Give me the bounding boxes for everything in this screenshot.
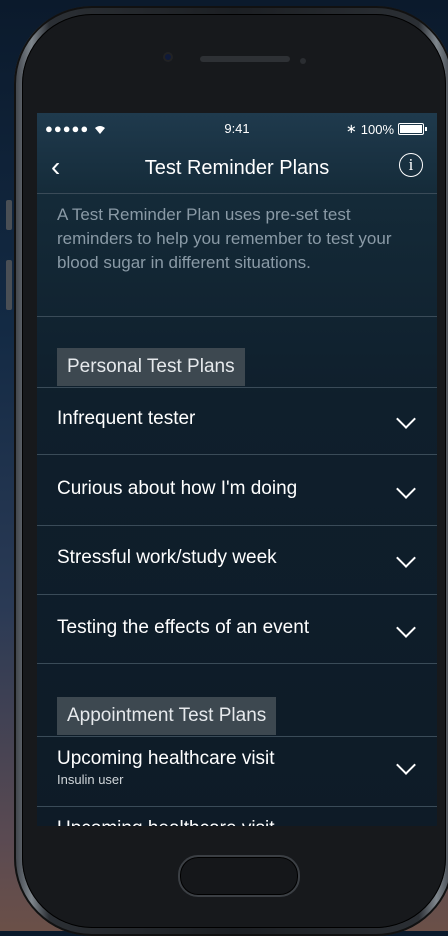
list-item-healthcare-visit-partial[interactable]: Upcoming healthcare visit: [57, 818, 275, 826]
battery-percent: 100%: [360, 121, 394, 137]
front-camera: [163, 52, 173, 62]
app-screen: ●●●●● 9:41 ∗ 100% ‹ Test Reminder Plans …: [37, 113, 437, 826]
nav-divider: [37, 193, 437, 194]
list-item-event-effects[interactable]: Testing the effects of an event: [37, 597, 437, 663]
list-item-curious[interactable]: Curious about how I'm doing: [37, 458, 437, 524]
section-header-personal: Personal Test Plans: [57, 348, 245, 386]
row-divider: [37, 806, 437, 807]
nav-bar: ‹ Test Reminder Plans i: [37, 145, 437, 193]
status-bar: ●●●●● 9:41 ∗ 100%: [37, 113, 437, 143]
chevron-down-icon: [396, 618, 416, 638]
chevron-down-icon: [396, 548, 416, 568]
list-item-sublabel: Insulin user: [57, 772, 124, 787]
status-right: ∗ 100%: [346, 121, 427, 137]
battery-icon: [398, 123, 424, 135]
mute-switch: [6, 200, 12, 230]
list-item-label: Stressful work/study week: [57, 547, 277, 568]
chevron-down-icon: [396, 409, 416, 429]
row-divider: [37, 594, 437, 595]
intro-text: A Test Reminder Plan uses pre-set test r…: [57, 205, 392, 272]
proximity-sensor: [300, 58, 306, 64]
list-item-healthcare-visit-insulin[interactable]: Upcoming healthcare visit Insulin user: [37, 728, 437, 794]
list-item-label: Infrequent tester: [57, 408, 196, 429]
list-item-label: Upcoming healthcare visit: [57, 748, 275, 769]
chevron-down-icon: [396, 479, 416, 499]
list-item-label: Testing the effects of an event: [57, 617, 310, 638]
page-title: Test Reminder Plans: [144, 157, 330, 179]
intro-divider: [37, 316, 437, 317]
earpiece-speaker: [200, 56, 290, 62]
home-button[interactable]: [178, 855, 300, 897]
list-item-label: Curious about how I'm doing: [57, 478, 298, 499]
chevron-down-icon: [396, 755, 416, 775]
row-divider: [37, 525, 437, 526]
row-divider: [37, 454, 437, 455]
volume-up-button: [6, 260, 12, 310]
info-icon[interactable]: i: [399, 153, 423, 177]
row-divider: [37, 663, 437, 664]
list-item-infrequent-tester[interactable]: Infrequent tester: [37, 388, 437, 454]
bluetooth-icon: ∗: [345, 121, 357, 136]
list-item-stressful-week[interactable]: Stressful work/study week: [37, 527, 437, 593]
